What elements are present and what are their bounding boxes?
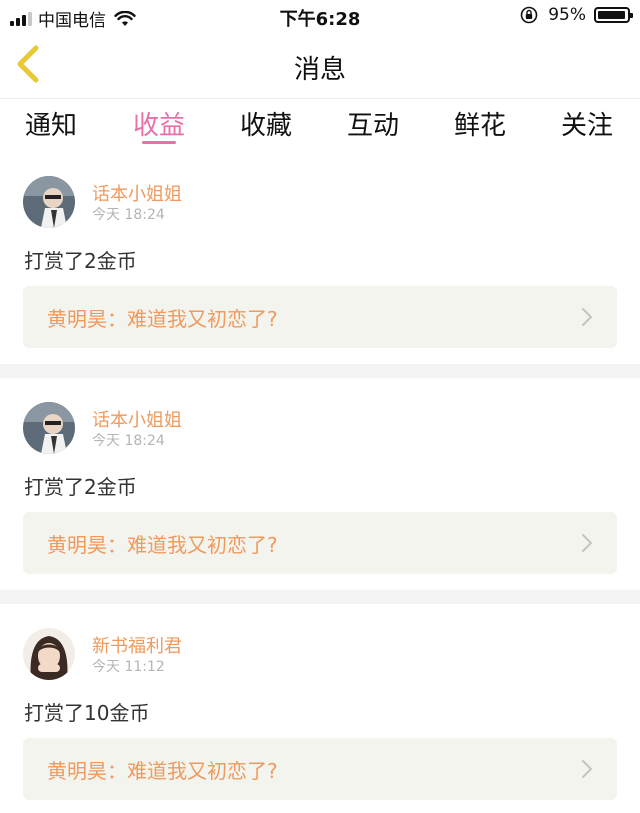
tab-following[interactable]: 关注 <box>547 105 627 142</box>
rotation-lock-icon <box>520 6 538 24</box>
tab-favorites[interactable]: 收藏 <box>226 105 306 142</box>
tab-earnings[interactable]: 收益 <box>119 105 199 142</box>
battery-icon <box>594 7 633 23</box>
section-divider <box>0 364 640 378</box>
quoted-post[interactable]: 黄明昊：难道我又初恋了? <box>23 286 617 348</box>
avatar[interactable] <box>23 402 75 454</box>
tab-bar: 通知 收益 收藏 互动 鲜花 关注 <box>0 99 640 155</box>
section-divider <box>0 590 640 604</box>
status-bar: 中国电信 下午6:28 95% <box>0 0 640 32</box>
username[interactable]: 话本小姐姐 <box>92 406 182 432</box>
list-item: 话本小姐姐 今天 18:24 打赏了2金币 黄明昊：难道我又初恋了? <box>0 378 640 590</box>
tab-active-indicator <box>142 141 176 144</box>
timestamp: 今天 18:24 <box>92 207 165 223</box>
username[interactable]: 话本小姐姐 <box>92 180 182 206</box>
page-title: 消息 <box>293 55 346 85</box>
timestamp: 今天 11:12 <box>92 659 165 675</box>
reward-message: 打赏了2金币 <box>24 249 137 273</box>
nav-bar: 消息 <box>0 32 640 99</box>
tab-flowers[interactable]: 鲜花 <box>440 105 520 142</box>
avatar[interactable] <box>23 628 75 680</box>
avatar-image <box>23 402 75 454</box>
list-item: 话本小姐姐 今天 18:24 打赏了2金币 黄明昊：难道我又初恋了? <box>0 156 640 364</box>
username[interactable]: 新书福利君 <box>92 632 182 658</box>
chevron-right-icon <box>582 760 592 778</box>
status-right: 95% <box>520 5 633 25</box>
list-item: 新书福利君 今天 11:12 打赏了10金币 黄明昊：难道我又初恋了? <box>0 604 640 813</box>
timestamp: 今天 18:24 <box>92 433 165 449</box>
chevron-right-icon <box>582 534 592 552</box>
quoted-post-text: 黄明昊：难道我又初恋了? <box>47 533 278 557</box>
avatar-image <box>23 628 75 680</box>
quoted-post[interactable]: 黄明昊：难道我又初恋了? <box>23 738 617 800</box>
tab-interactions[interactable]: 互动 <box>333 105 413 142</box>
chevron-right-icon <box>582 308 592 326</box>
avatar-image <box>23 176 75 228</box>
avatar[interactable] <box>23 176 75 228</box>
quoted-post-text: 黄明昊：难道我又初恋了? <box>47 307 278 331</box>
battery-percent: 95% <box>548 5 586 25</box>
quoted-post-text: 黄明昊：难道我又初恋了? <box>47 759 278 783</box>
reward-message: 打赏了10金币 <box>24 701 150 725</box>
reward-message: 打赏了2金币 <box>24 475 137 499</box>
tab-notifications[interactable]: 通知 <box>11 105 91 142</box>
quoted-post[interactable]: 黄明昊：难道我又初恋了? <box>23 512 617 574</box>
